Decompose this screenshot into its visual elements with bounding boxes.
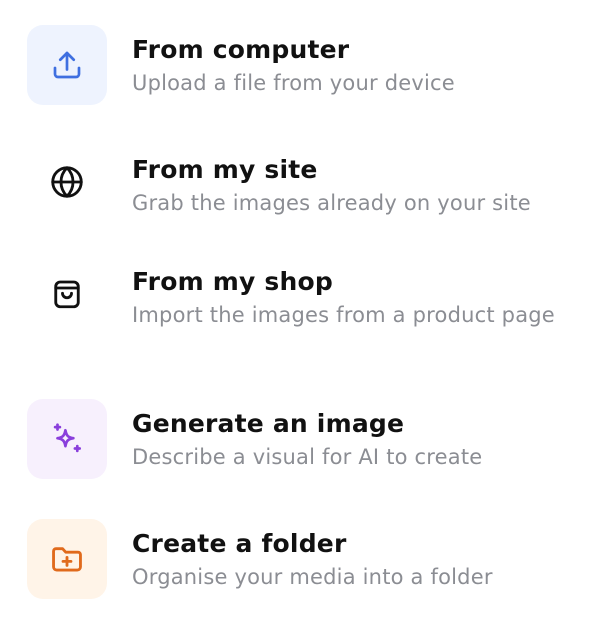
globe-icon — [51, 166, 83, 198]
shopping-bag-icon-tile — [27, 254, 107, 334]
menu-item-description: Describe a visual for AI to create — [132, 445, 483, 469]
folder-plus-icon-tile — [27, 519, 107, 599]
menu-item-description: Upload a file from your device — [132, 71, 455, 95]
menu-item-title: Create a folder — [132, 529, 347, 558]
menu-item-title: From my site — [132, 155, 318, 184]
menu-item-from-computer[interactable]: From computer Upload a file from your de… — [0, 22, 614, 122]
upload-icon-tile — [27, 25, 107, 105]
menu-item-title: From computer — [132, 35, 350, 64]
menu-item-from-my-shop[interactable]: From my shop Import the images from a pr… — [0, 254, 614, 364]
menu-item-description: Grab the images already on your site — [132, 191, 531, 215]
sparkles-icon-tile — [27, 399, 107, 479]
menu-item-generate-an-image[interactable]: Generate an image Describe a visual for … — [0, 396, 614, 496]
shopping-bag-icon — [54, 280, 80, 309]
menu-item-title: Generate an image — [132, 409, 405, 438]
upload-icon — [53, 51, 81, 79]
folder-plus-icon — [52, 547, 82, 572]
menu-item-from-my-site[interactable]: From my site Grab the images already on … — [0, 142, 614, 242]
globe-icon-tile — [27, 142, 107, 222]
menu-item-title: From my shop — [132, 267, 333, 296]
menu-item-create-a-folder[interactable]: Create a folder Organise your media into… — [0, 516, 614, 616]
sparkles-icon — [53, 423, 82, 453]
add-media-menu: From computer Upload a file from your de… — [0, 0, 614, 629]
menu-item-description: Import the images from a product page — [132, 303, 555, 327]
menu-item-description: Organise your media into a folder — [132, 565, 493, 589]
